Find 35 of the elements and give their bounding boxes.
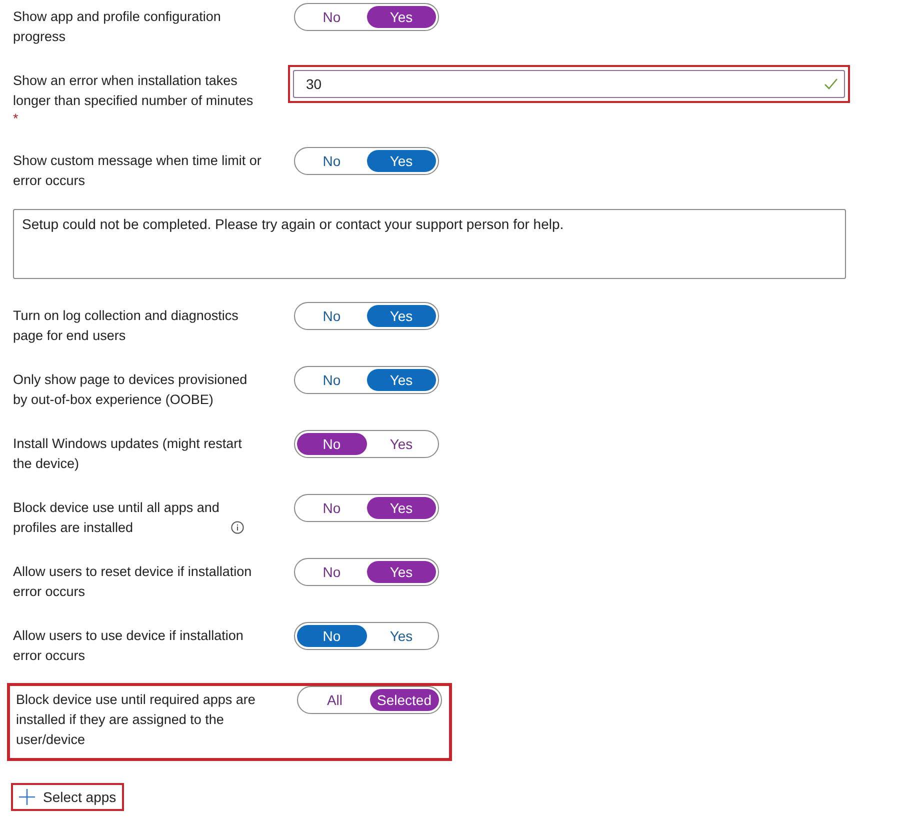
number-field[interactable]: 30 [293, 70, 845, 98]
toggle-option[interactable]: All [300, 689, 370, 711]
setting-label: Show an error when installation takes longer than specified number of minutes [13, 73, 254, 108]
toggle-option[interactable]: No [297, 433, 366, 455]
number-input[interactable]: 30 [304, 75, 824, 93]
setting-label: Block device use until all apps and profiles are installed [13, 499, 220, 537]
toggle-option[interactable]: No [297, 6, 366, 28]
toggle-option[interactable]: No [297, 305, 366, 327]
required-asterisk: * [13, 111, 20, 127]
setting-label: Install Windows updates (might restart the device) [13, 436, 242, 471]
setting-label: Show app and profile configuration progress [13, 9, 221, 44]
toggle-option[interactable]: Yes [366, 497, 436, 519]
info-icon[interactable] [231, 521, 244, 534]
toggle-option[interactable]: No [297, 369, 366, 391]
setting-label: Allow users to reset device if installation error occurs [13, 564, 252, 599]
plus-icon [19, 789, 35, 805]
select-apps-button[interactable]: Select apps [11, 783, 124, 811]
toggle-option[interactable]: Selected [370, 689, 439, 711]
toggle-option[interactable]: Yes [366, 150, 436, 172]
setting-label: Show custom message when time limit or error occurs [13, 153, 262, 188]
message-textarea[interactable]: Setup could not be completed. Please try again or contact your support person for help. [13, 209, 846, 279]
toggle-option[interactable]: Yes [366, 305, 436, 327]
toggle-option[interactable]: No [297, 625, 366, 647]
toggle-option[interactable]: Yes [366, 369, 436, 391]
setting-label: Turn on log collection and diagnostics page for end users [13, 308, 238, 343]
toggle-option[interactable]: Yes [366, 561, 436, 583]
toggle-option[interactable]: Yes [366, 433, 436, 455]
setting-label: Only show page to devices provisioned by out-of-box experience (OOBE) [13, 372, 248, 407]
toggle-option[interactable]: Yes [366, 625, 436, 647]
toggle-option[interactable]: No [297, 150, 366, 172]
setting-label: Block device use until required apps are installed if they are assigned to the user/device [16, 692, 256, 747]
toggle-option[interactable]: No [297, 497, 366, 519]
toggle-option[interactable]: No [297, 561, 366, 583]
setting-label: Allow users to use device if installation error occurs [13, 628, 244, 663]
toggle-option[interactable]: Yes [366, 6, 436, 28]
